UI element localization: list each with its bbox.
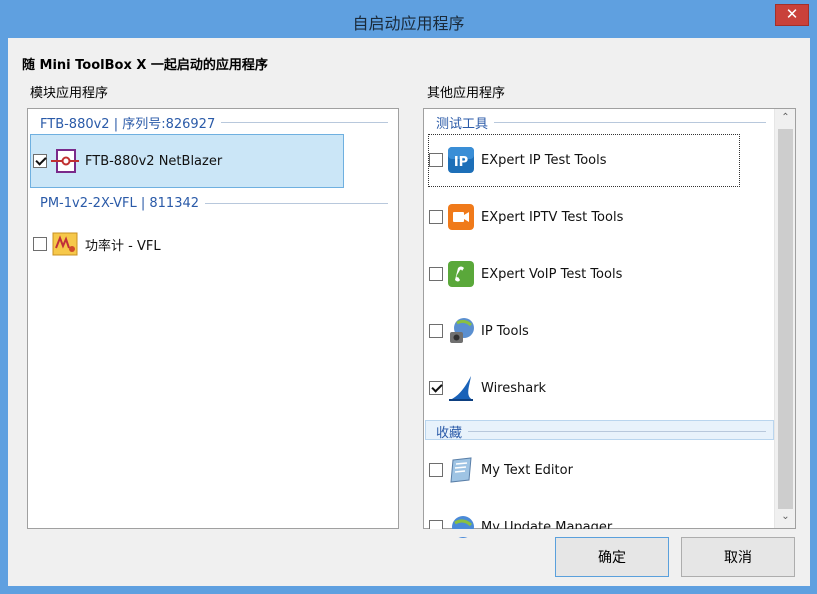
group-header-pm: PM-1v2-2X-VFL | 811342 [40,196,388,211]
window-title: 自启动应用程序 [352,14,465,33]
divider [221,122,388,123]
list-item-ip-tools[interactable]: IP Tools [429,317,529,345]
list-item-netblazer[interactable]: FTB-880v2 NetBlazer [33,147,222,175]
expert-ip-icon: IP [447,146,475,174]
expert-iptv-icon [447,203,475,231]
list-item-label: My Text Editor [481,462,573,478]
text-editor-icon [447,456,475,484]
list-item-label: EXpert IP Test Tools [481,152,607,168]
group-header-ftb: FTB-880v2 | 序列号:826927 [40,113,388,132]
netblazer-icon [51,147,79,175]
dialog-window: 自启动应用程序 ✕ 随 Mini ToolBox X 一起启动的应用程序 模块应… [0,0,817,594]
group-header-test-tools: 测试工具 [436,113,766,132]
other-apps-label: 其他应用程序 [427,86,506,101]
close-icon: ✕ [785,5,799,23]
list-clip-mask [422,529,798,537]
divider [494,122,766,123]
group-header-favorites: 收藏 [436,422,766,441]
expert-ip-checkbox[interactable] [429,153,443,167]
netblazer-checkbox[interactable] [33,154,47,168]
ok-button[interactable]: 确定 [555,537,669,577]
wireshark-icon [447,374,475,402]
cancel-button[interactable]: 取消 [681,537,795,577]
list-item-text-editor[interactable]: My Text Editor [429,456,573,484]
vertical-scrollbar[interactable]: ⌃ ⌄ [774,109,795,528]
expert-voip-icon [447,260,475,288]
list-item-label: 功率计 - VFL [85,238,161,254]
text-editor-checkbox[interactable] [429,463,443,477]
ip-tools-checkbox[interactable] [429,324,443,338]
group-header-label: FTB-880v2 | 序列号:826927 [40,117,216,132]
title-bar[interactable]: 自启动应用程序 ✕ [0,0,817,38]
expert-iptv-checkbox[interactable] [429,210,443,224]
group-header-label: 测试工具 [436,117,489,132]
power-meter-checkbox[interactable] [33,237,47,251]
group-header-label: 收藏 [436,426,463,441]
list-item-wireshark[interactable]: Wireshark [429,374,546,402]
scroll-thumb[interactable] [778,129,793,509]
wireshark-checkbox[interactable] [429,381,443,395]
list-item-expert-voip[interactable]: EXpert VoIP Test Tools [429,260,622,288]
scroll-down-icon[interactable]: ⌄ [775,508,796,526]
list-item-label: FTB-880v2 NetBlazer [85,153,223,169]
svg-text:IP: IP [454,155,468,170]
power-meter-icon [51,230,79,258]
list-item-label: IP Tools [481,323,529,339]
scroll-up-icon[interactable]: ⌃ [775,109,796,127]
startup-apps-heading: 随 Mini ToolBox X 一起启动的应用程序 [22,58,268,73]
divider [468,431,766,432]
divider [205,203,388,204]
list-item-label: EXpert IPTV Test Tools [481,209,624,225]
list-item-label: EXpert VoIP Test Tools [481,266,623,282]
list-item-label: Wireshark [481,380,547,396]
module-apps-label: 模块应用程序 [30,86,109,101]
ip-tools-icon [447,317,475,345]
close-button[interactable]: ✕ [775,4,809,26]
expert-voip-checkbox[interactable] [429,267,443,281]
list-item-expert-iptv[interactable]: EXpert IPTV Test Tools [429,203,623,231]
list-item-expert-ip[interactable]: IP EXpert IP Test Tools [429,146,607,174]
group-header-label: PM-1v2-2X-VFL | 811342 [40,196,200,211]
list-item-power-meter[interactable]: 功率计 - VFL [33,230,161,258]
